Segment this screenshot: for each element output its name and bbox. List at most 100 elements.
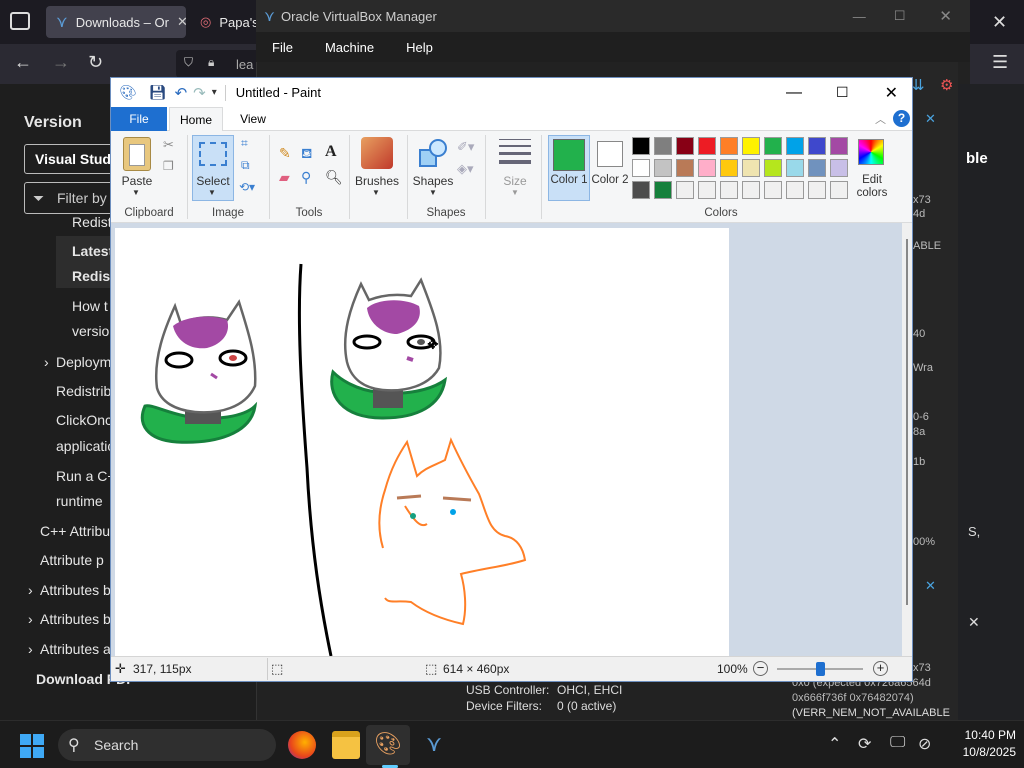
- color-swatch[interactable]: [808, 159, 826, 177]
- close-icon[interactable]: ✕: [925, 111, 936, 127]
- minimize-icon[interactable]: —: [786, 84, 802, 102]
- select-label[interactable]: Select: [192, 174, 234, 188]
- color-swatch[interactable]: [676, 137, 694, 155]
- firefox-icon[interactable]: [288, 731, 316, 759]
- address-bar[interactable]: ⛉ 🔒︎ lea: [176, 50, 266, 78]
- back-icon[interactable]: ←: [14, 52, 32, 73]
- chevron-right-icon[interactable]: ›: [28, 582, 33, 598]
- color-swatch[interactable]: [764, 137, 782, 155]
- color-swatch[interactable]: [786, 181, 804, 199]
- vbox-tool-icon[interactable]: ⇊: [912, 76, 925, 94]
- zoom-slider-thumb[interactable]: [816, 662, 825, 676]
- help-icon[interactable]: ?: [893, 110, 910, 127]
- tab-view[interactable]: View: [233, 107, 273, 131]
- color-swatch[interactable]: [632, 181, 650, 199]
- fill-icon[interactable]: ⛾: [301, 145, 312, 164]
- color-swatch[interactable]: [742, 137, 760, 155]
- color-swatch[interactable]: [720, 159, 738, 177]
- color1-button[interactable]: [548, 135, 590, 201]
- collapse-ribbon-icon[interactable]: ︿: [875, 111, 886, 127]
- nav-item[interactable]: Redist: [72, 214, 112, 230]
- pencil-icon[interactable]: ✎: [279, 145, 291, 162]
- minimize-icon[interactable]: —: [853, 9, 866, 24]
- nav-item[interactable]: versio: [72, 323, 109, 339]
- nav-item[interactable]: Attribute p: [40, 552, 104, 568]
- color-swatch[interactable]: [654, 181, 672, 199]
- scroll-thumb[interactable]: [906, 239, 908, 605]
- color-picker-icon[interactable]: ⚲: [301, 169, 311, 186]
- close-icon[interactable]: ✕: [939, 7, 952, 25]
- color-swatch[interactable]: [654, 137, 672, 155]
- paste-icon[interactable]: [123, 137, 151, 171]
- nav-item[interactable]: Latest: [72, 243, 113, 259]
- forward-icon[interactable]: →: [52, 52, 70, 73]
- virtualbox-taskbar-icon[interactable]: ⋎: [420, 731, 448, 759]
- color-swatch[interactable]: [786, 159, 804, 177]
- chevron-right-icon[interactable]: ›: [28, 611, 33, 627]
- color-swatch[interactable]: [720, 181, 738, 199]
- chevron-down-icon[interactable]: ▼: [372, 188, 380, 197]
- reload-icon[interactable]: ↻: [88, 52, 103, 73]
- paint-taskbar-icon[interactable]: 🎨︎: [374, 731, 402, 759]
- chevron-up-icon[interactable]: ⌃: [828, 734, 841, 754]
- size-icon[interactable]: [499, 139, 531, 164]
- shapes-label[interactable]: Shapes: [409, 174, 457, 188]
- cut-icon[interactable]: ✂: [163, 137, 174, 153]
- maximize-icon[interactable]: ☐: [894, 8, 906, 24]
- color-swatch[interactable]: [742, 181, 760, 199]
- filter-input[interactable]: ⏷ Filter by: [24, 182, 124, 214]
- text-tool-icon[interactable]: A: [325, 143, 337, 161]
- nav-item[interactable]: Deploym: [56, 354, 111, 370]
- menu-icon[interactable]: ☰: [992, 52, 1008, 73]
- color1-label[interactable]: Color 1: [548, 174, 590, 186]
- color-swatch[interactable]: [654, 159, 672, 177]
- brushes-label[interactable]: Brushes: [351, 174, 403, 188]
- color-swatch[interactable]: [786, 137, 804, 155]
- chevron-right-icon[interactable]: ›: [28, 641, 33, 657]
- color-swatch[interactable]: [676, 181, 694, 199]
- nav-item[interactable]: Run a C+: [56, 468, 116, 484]
- tab-file[interactable]: File: [111, 107, 167, 131]
- rotate-icon[interactable]: ⟲▾: [239, 180, 255, 194]
- redo-icon[interactable]: ↷: [193, 84, 206, 102]
- copy-icon[interactable]: ❐: [163, 159, 174, 173]
- zoom-slider-track[interactable]: [777, 662, 863, 676]
- color-swatch[interactable]: [720, 137, 738, 155]
- tab-overview-icon[interactable]: [10, 12, 30, 30]
- chevron-down-icon[interactable]: ▼: [208, 188, 216, 197]
- tab-downloads[interactable]: ⋎ Downloads – Or ✕: [46, 6, 186, 38]
- version-select[interactable]: Visual Studi: [24, 144, 124, 174]
- color-swatch[interactable]: [632, 159, 650, 177]
- nav-item[interactable]: Redistrib: [56, 383, 111, 399]
- close-window-icon[interactable]: ✕: [992, 12, 1007, 33]
- nav-item[interactable]: How t: [72, 298, 108, 314]
- nav-item[interactable]: Attributes a: [40, 641, 111, 657]
- nav-item[interactable]: applicatio: [56, 438, 115, 454]
- size-label[interactable]: Size: [493, 174, 537, 188]
- close-icon[interactable]: ✕: [968, 614, 980, 631]
- close-icon[interactable]: ✕: [925, 578, 936, 594]
- nav-item[interactable]: Redist: [72, 268, 115, 284]
- shapes-icon[interactable]: [417, 137, 449, 169]
- color2-label[interactable]: Color 2: [591, 174, 629, 186]
- color-swatch[interactable]: [830, 137, 848, 155]
- eraser-icon[interactable]: ▰: [279, 169, 290, 186]
- chevron-down-icon[interactable]: ▼: [429, 188, 437, 197]
- color-swatch[interactable]: [764, 159, 782, 177]
- nav-item[interactable]: Attributes b: [40, 611, 111, 627]
- brushes-icon[interactable]: [361, 137, 393, 169]
- nav-item[interactable]: Attributes b: [40, 582, 111, 598]
- undo-icon[interactable]: ↶: [175, 84, 188, 102]
- magnifier-icon[interactable]: 🔍︎: [325, 169, 343, 186]
- clock-date[interactable]: 10/8/2025: [946, 745, 1016, 759]
- qat-dropdown-icon[interactable]: ▾: [212, 87, 217, 98]
- paint-app-icon[interactable]: 🎨︎: [119, 84, 137, 101]
- outline-icon[interactable]: ✐▾: [457, 139, 474, 155]
- color-swatch[interactable]: [830, 181, 848, 199]
- color-swatch[interactable]: [698, 159, 716, 177]
- drawing-canvas[interactable]: ✥: [115, 228, 729, 657]
- nav-item[interactable]: runtime: [56, 493, 103, 509]
- zoom-out-button[interactable]: −: [753, 661, 768, 676]
- color2-swatch[interactable]: [597, 141, 623, 167]
- fill-style-icon[interactable]: ◈▾: [457, 161, 474, 177]
